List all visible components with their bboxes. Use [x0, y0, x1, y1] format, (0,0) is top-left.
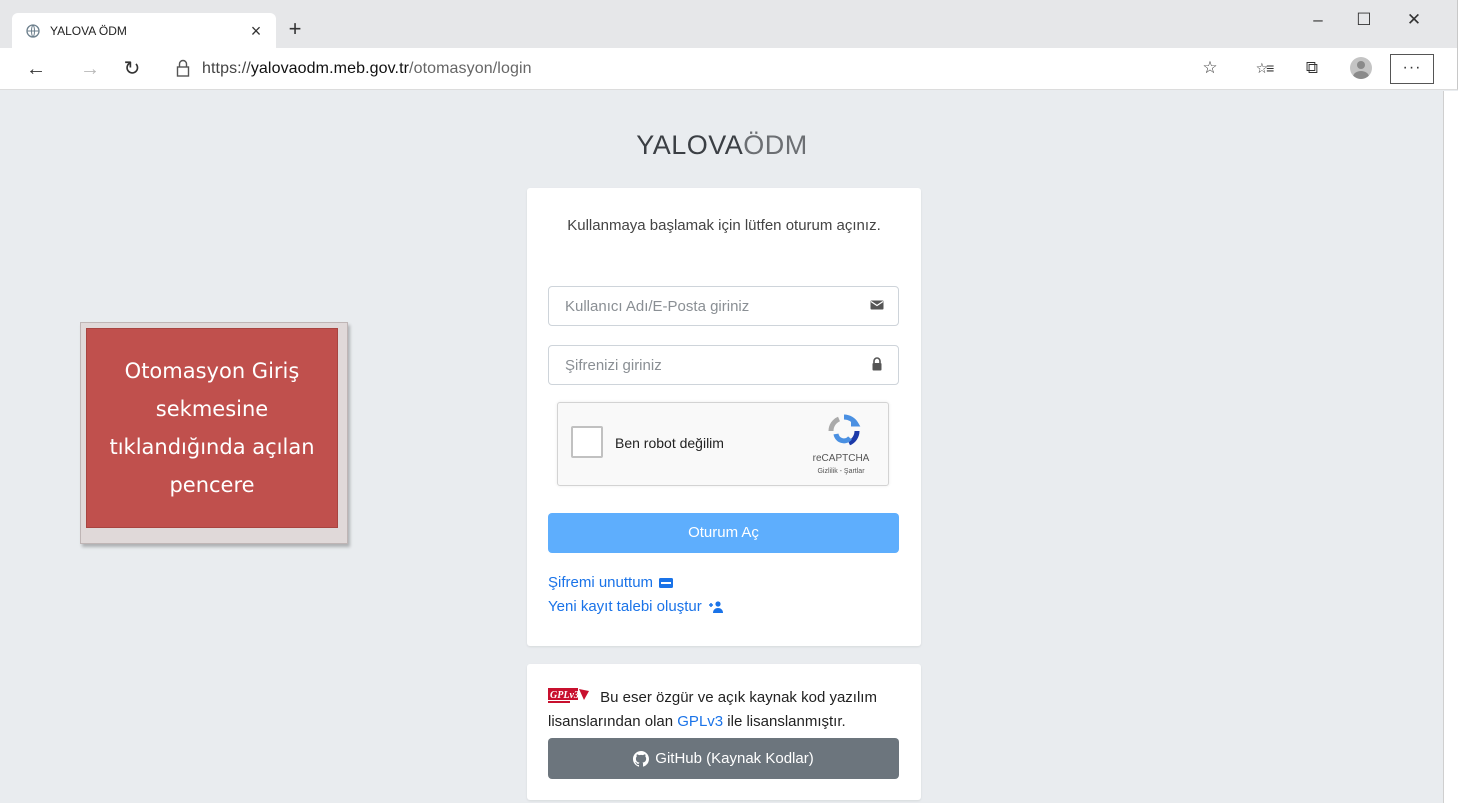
forgot-password-link[interactable]: Şifremi unuttum	[548, 574, 674, 591]
password-field[interactable]	[548, 345, 899, 385]
new-tab-button[interactable]: +	[284, 18, 306, 40]
envelope-icon	[870, 300, 884, 310]
scrollbar[interactable]	[1443, 91, 1458, 803]
login-card: Kullanmaya başlamak için lütfen oturum a…	[527, 188, 921, 646]
url-path: /otomasyon/login	[409, 60, 532, 77]
brand-light: ÖDM	[743, 130, 808, 160]
forward-button[interactable]: →	[78, 57, 102, 81]
gplv3-link[interactable]: GPLv3	[677, 713, 723, 730]
url-host: yalovaodm.meb.gov.tr	[250, 60, 410, 77]
recaptcha-terms[interactable]: Gizlilik - Şartlar	[801, 468, 881, 475]
license-text: GPLv3 Bu eser özgür ve açık kaynak kod y…	[548, 686, 908, 734]
recaptcha-logo-icon	[828, 414, 861, 446]
padlock-icon	[872, 357, 882, 371]
maximize-button[interactable]: ☐	[1352, 10, 1376, 30]
more-menu-button[interactable]: ···	[1390, 54, 1434, 84]
collections-icon[interactable]: ⧉	[1300, 57, 1324, 79]
recaptcha-checkbox[interactable]	[571, 426, 603, 458]
brand-bold: YALOVA	[636, 130, 744, 160]
github-label: GitHub (Kaynak Kodlar)	[655, 750, 814, 767]
username-field[interactable]	[548, 286, 899, 326]
register-label: Yeni kayıt talebi oluştur	[548, 598, 702, 615]
tab-strip: YALOVA ÖDM × + – ☐ ✕	[0, 0, 1458, 48]
globe-favicon-icon	[26, 23, 40, 38]
github-button[interactable]: GitHub (Kaynak Kodlar)	[548, 738, 899, 779]
favorite-star-icon[interactable]: ☆	[1198, 57, 1222, 79]
password-input[interactable]	[549, 346, 859, 384]
id-card-icon	[659, 577, 674, 588]
profile-avatar[interactable]	[1350, 57, 1372, 79]
username-input[interactable]	[549, 287, 859, 325]
annotation-text: Otomasyon Giriş sekmesine tıklandığında …	[109, 359, 315, 497]
recaptcha-brand: reCAPTCHA	[812, 453, 870, 464]
back-button[interactable]: ←	[24, 57, 48, 81]
register-link[interactable]: Yeni kayıt talebi oluştur	[548, 598, 724, 615]
license-card: GPLv3 Bu eser özgür ve açık kaynak kod y…	[527, 664, 921, 800]
svg-text:GPLv3: GPLv3	[550, 690, 579, 701]
page-title: YALOVAÖDM	[0, 130, 1444, 161]
url-field[interactable]: https://yalovaodm.meb.gov.tr/otomasyon/l…	[202, 60, 532, 78]
tab-title: YALOVA ÖDM	[50, 23, 127, 38]
browser-tab[interactable]: YALOVA ÖDM ×	[12, 13, 276, 48]
refresh-button[interactable]: ↻	[120, 57, 144, 81]
user-plus-icon	[708, 600, 723, 613]
url-scheme: https://	[202, 60, 251, 77]
close-window-button[interactable]: ✕	[1402, 10, 1426, 30]
minimize-button[interactable]: –	[1306, 10, 1330, 30]
annotation-callout: Otomasyon Giriş sekmesine tıklandığında …	[86, 328, 338, 528]
license-text-after: ile lisanslanmıştır.	[727, 713, 846, 730]
github-icon	[633, 750, 650, 767]
favorites-list-icon[interactable]: ☆≡	[1252, 57, 1276, 79]
recaptcha-label: Ben robot değilim	[615, 435, 724, 451]
recaptcha-widget: Ben robot değilim reCAPTCHA Gizlilik - Ş…	[557, 402, 889, 486]
forgot-password-label: Şifremi unuttum	[548, 574, 654, 591]
lock-icon[interactable]	[176, 58, 190, 78]
tab-close-icon[interactable]: ×	[246, 22, 266, 40]
login-message: Kullanmaya başlamak için lütfen oturum a…	[567, 217, 881, 234]
gpl-logo[interactable]: GPLv3	[548, 687, 592, 705]
login-button[interactable]: Oturum Aç	[548, 513, 899, 553]
